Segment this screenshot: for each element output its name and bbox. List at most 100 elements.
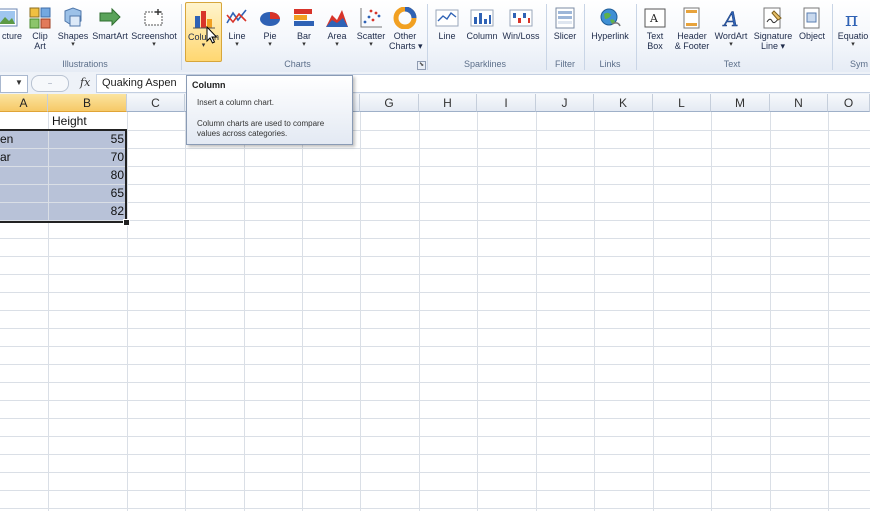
gridline (0, 454, 870, 455)
doughnut-chart-icon (393, 7, 417, 29)
mouse-cursor-icon (206, 26, 218, 44)
formula-bar-splitter[interactable]: − (31, 75, 69, 92)
sparkline-winloss-icon (509, 9, 533, 27)
other-charts-button[interactable]: Other Charts ▾ (389, 2, 423, 60)
group-separator (832, 4, 833, 70)
gridline (0, 310, 870, 311)
svg-text:A: A (649, 12, 659, 25)
cell-b1[interactable]: Height (50, 113, 126, 130)
sparkline-line-button[interactable]: Line (432, 2, 462, 60)
column-header-n[interactable]: N (770, 94, 828, 112)
clip-art-button[interactable]: Clip Art (28, 2, 52, 60)
picture-icon (0, 8, 18, 27)
bar-chart-button[interactable]: Bar ▾ (290, 2, 318, 60)
group-label-links: Links (599, 59, 621, 69)
gridline (0, 346, 870, 347)
group-label-filter: Filter (555, 59, 575, 69)
line-chart-button[interactable]: Line ▾ (223, 2, 251, 60)
group-label-sparklines: Sparklines (463, 59, 507, 69)
screenshot-button[interactable]: Screenshot ▾ (131, 2, 177, 60)
sparkline-line-icon (435, 9, 459, 27)
gridline (711, 112, 712, 511)
chevron-down-icon: ▾ (369, 41, 373, 48)
sparkline-column-button[interactable]: Column (464, 2, 500, 60)
hyperlink-button[interactable]: Hyperlink (588, 2, 632, 60)
name-box[interactable]: ▼ (0, 75, 28, 93)
object-button[interactable]: Object (796, 2, 828, 60)
group-separator (546, 4, 547, 70)
gridline (770, 112, 771, 511)
gridline (244, 112, 245, 511)
pie-chart-button[interactable]: Pie ▾ (255, 2, 285, 60)
gridline (477, 112, 478, 511)
object-icon (803, 7, 820, 29)
column-header-i[interactable]: I (477, 94, 536, 112)
gridline (828, 112, 829, 511)
column-header-h[interactable]: H (419, 94, 477, 112)
picture-button[interactable]: cture (0, 2, 24, 60)
svg-text:π: π (845, 7, 858, 29)
header-footer-button[interactable]: Header & Footer (672, 2, 712, 60)
column-header-b[interactable]: B (48, 94, 127, 112)
gridline (185, 112, 186, 511)
group-separator (181, 4, 182, 70)
column-header-k[interactable]: K (594, 94, 653, 112)
tooltip-description: Column charts are used to compare values… (197, 119, 325, 138)
shapes-button[interactable]: Shapes ▾ (57, 2, 89, 60)
group-separator (636, 4, 637, 70)
insert-function-icon[interactable]: fx (80, 76, 90, 89)
text-box-icon: A (644, 8, 666, 28)
gridline (302, 112, 303, 511)
header-footer-icon (683, 7, 700, 29)
equation-button[interactable]: π Equatio ▾ (836, 2, 870, 60)
gridline (0, 400, 870, 401)
wordart-button[interactable]: A WordArt ▾ (713, 2, 749, 60)
gridline (0, 292, 870, 293)
smartart-button[interactable]: SmartArt (92, 2, 128, 60)
gridline (594, 112, 595, 511)
slicer-button[interactable]: Slicer (550, 2, 580, 60)
gridline (0, 130, 870, 131)
column-header-g[interactable]: G (360, 94, 419, 112)
column-header-o[interactable]: O (828, 94, 870, 112)
chevron-down-icon: ▾ (152, 41, 156, 48)
area-chart-icon (326, 10, 348, 27)
group-label-symbols: Sym (850, 59, 868, 69)
gridline (0, 490, 870, 491)
worksheet-grid[interactable]: A B C D E F G H I J K L M N O Height en … (0, 94, 870, 511)
chevron-down-icon: ▾ (235, 41, 239, 48)
tooltip-summary: Insert a column chart. (197, 98, 274, 107)
scatter-chart-button[interactable]: Scatter ▾ (354, 2, 388, 60)
column-header-a[interactable]: A (0, 94, 48, 112)
gridline (653, 112, 654, 511)
chevron-down-icon[interactable]: ▼ (15, 78, 23, 87)
column-header-c[interactable]: C (127, 94, 185, 112)
gridline (536, 112, 537, 511)
sparkline-winloss-button[interactable]: Win/Loss (501, 2, 541, 60)
clip-art-icon (29, 7, 51, 29)
bar-chart-icon (294, 9, 314, 26)
column-header-m[interactable]: M (711, 94, 770, 112)
gridline (0, 220, 870, 221)
slicer-icon (555, 7, 575, 29)
ribbon-insert-tab: cture Clip Art Shapes ▾ SmartArt Screens… (0, 0, 870, 73)
chevron-down-icon: ▾ (729, 41, 733, 48)
svg-text:A: A (722, 7, 738, 29)
fill-handle[interactable] (123, 219, 130, 226)
gridline (0, 328, 870, 329)
column-header-j[interactable]: J (536, 94, 594, 112)
chevron-down-icon: ▾ (335, 41, 339, 48)
chevron-down-icon: ▾ (268, 41, 272, 48)
signature-line-button[interactable]: Signature Line ▾ (752, 2, 794, 60)
column-header-l[interactable]: L (653, 94, 711, 112)
area-chart-button[interactable]: Area ▾ (322, 2, 352, 60)
formula-bar: ▼ − fx Quaking Aspen (0, 72, 870, 95)
line-chart-icon (226, 9, 247, 24)
group-label-text: Text (723, 59, 741, 69)
group-separator (427, 4, 428, 70)
formula-value: Quaking Aspen (102, 77, 177, 89)
text-box-button[interactable]: A Text Box (641, 2, 669, 60)
signature-line-icon (763, 7, 782, 29)
charts-dialog-launcher-icon[interactable]: ⬊ (417, 61, 426, 70)
selection-border (0, 129, 127, 223)
